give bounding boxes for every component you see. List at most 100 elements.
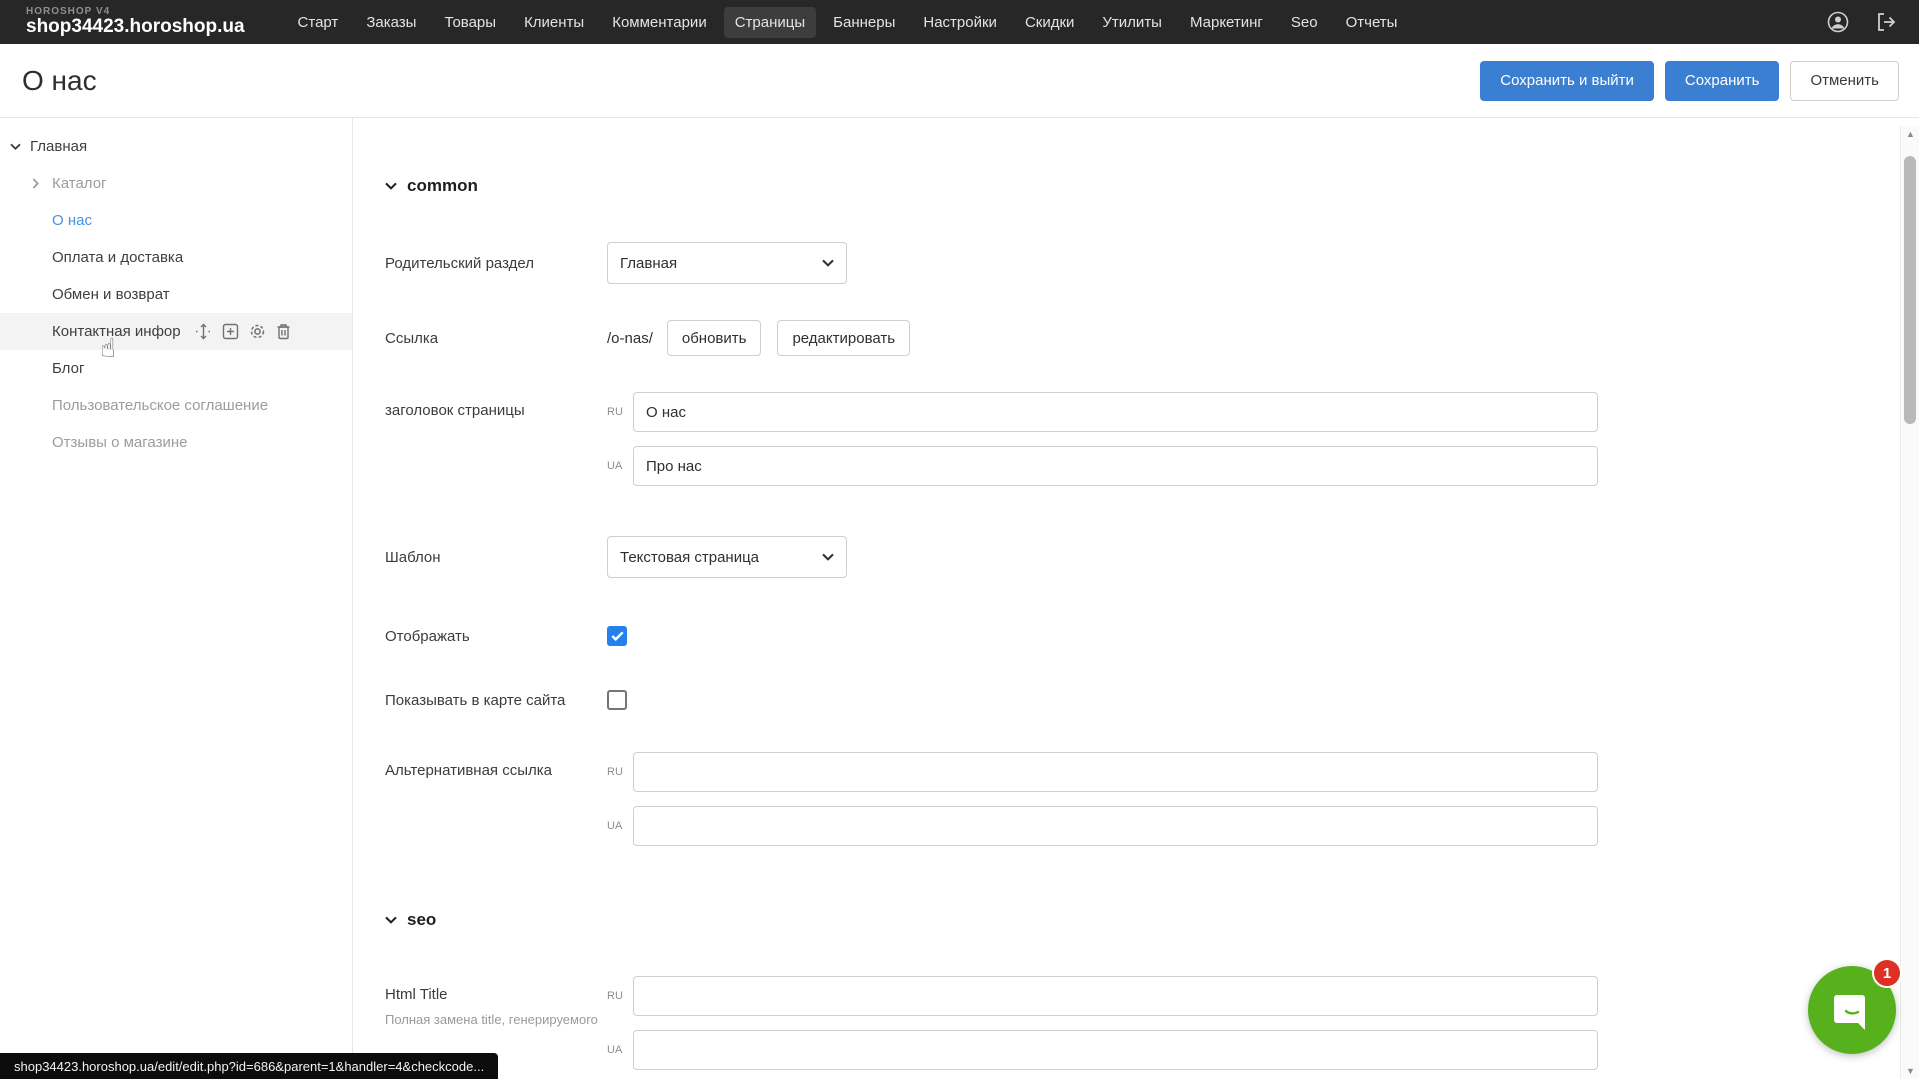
tree-item-blog[interactable]: Блог <box>0 350 352 387</box>
nav-item-clients[interactable]: Клиенты <box>513 7 595 38</box>
chevron-down-icon <box>822 553 834 561</box>
delete-icon[interactable] <box>276 323 291 340</box>
tree-item-label: Оплата и доставка <box>52 249 183 266</box>
scroll-up-arrow-icon[interactable]: ▲ <box>1901 126 1919 142</box>
alt-link-label: Альтернативная ссылка <box>385 752 607 779</box>
tree-item-otzyvy-o-magazine[interactable]: Отзывы о магазине <box>0 424 352 461</box>
page-header: О нас Сохранить и выйти Сохранить Отмени… <box>0 44 1919 118</box>
pages-tree-sidebar: Главная Каталог О нас Оплата и доставка … <box>0 118 353 1079</box>
save-and-exit-button[interactable]: Сохранить и выйти <box>1480 61 1654 101</box>
scroll-down-arrow-icon[interactable]: ▼ <box>1901 1063 1919 1079</box>
chevron-down-icon <box>385 916 397 924</box>
sitemap-label: Показывать в карте сайта <box>385 692 607 709</box>
page-title-ru-input[interactable] <box>633 392 1598 432</box>
html-title-label: Html Title <box>385 986 607 1003</box>
settings-icon[interactable] <box>249 323 266 340</box>
save-button[interactable]: Сохранить <box>1665 61 1780 101</box>
tree-item-label: Каталог <box>52 175 107 192</box>
tree-item-glavnaya[interactable]: Главная <box>0 128 352 165</box>
chevron-right-icon[interactable] <box>32 178 44 189</box>
ua-badge: UA <box>607 820 633 832</box>
chat-widget-button[interactable]: 1 <box>1808 966 1896 1054</box>
html-title-ua-input[interactable] <box>633 1030 1598 1070</box>
page-title-ua-input[interactable] <box>633 446 1598 486</box>
nav-item-orders[interactable]: Заказы <box>355 7 427 38</box>
html-title-ru-input[interactable] <box>633 976 1598 1016</box>
display-row: Отображать <box>385 626 1919 646</box>
link-edit-button[interactable]: редактировать <box>777 320 910 356</box>
logout-icon[interactable] <box>1875 11 1897 33</box>
tree-item-obmen-i-vozvrat[interactable]: Обмен и возврат <box>0 276 352 313</box>
section-header-seo[interactable]: seo <box>385 910 1919 930</box>
ru-badge: RU <box>607 766 633 778</box>
scrollbar-thumb[interactable] <box>1904 156 1916 424</box>
page-title-row: заголовок страницы RU UA <box>385 392 1919 486</box>
link-label: Ссылка <box>385 330 607 347</box>
main-nav: Старт Заказы Товары Клиенты Комментарии … <box>287 7 1409 38</box>
nav-item-banners[interactable]: Баннеры <box>822 7 906 38</box>
chevron-down-icon <box>385 182 397 190</box>
nav-item-pages[interactable]: Страницы <box>724 7 816 38</box>
selected-value: Главная <box>620 255 677 272</box>
tree-item-oplata-i-dostavka[interactable]: Оплата и доставка <box>0 239 352 276</box>
nav-item-marketing[interactable]: Маркетинг <box>1179 7 1274 38</box>
link-row: Ссылка /o-nas/ обновить редактировать <box>385 320 1919 356</box>
nav-item-reports[interactable]: Отчеты <box>1335 7 1409 38</box>
nav-item-seo[interactable]: Seo <box>1280 7 1329 38</box>
ua-badge: UA <box>607 460 633 472</box>
section-title-label: common <box>407 176 478 196</box>
tree-item-polzovatelskoe-soglashenie[interactable]: Пользовательское соглашение <box>0 387 352 424</box>
tree-item-label: Пользовательское соглашение <box>52 397 268 414</box>
tree-item-label: О нас <box>52 212 92 229</box>
selected-value: Текстовая страница <box>620 549 759 566</box>
nav-item-comments[interactable]: Комментарии <box>601 7 717 38</box>
alt-link-row: Альтернативная ссылка RU UA <box>385 752 1919 846</box>
chevron-down-icon <box>822 259 834 267</box>
tree-item-label: Блог <box>52 360 84 377</box>
link-path: /o-nas/ <box>607 330 653 347</box>
chat-unread-badge: 1 <box>1872 958 1902 988</box>
tree-item-kontaktnaya-infor[interactable]: Контактная инфор ☝ <box>0 313 352 350</box>
status-url: shop34423.horoshop.ua/edit/edit.php?id=6… <box>14 1059 484 1074</box>
tree-item-label: Главная <box>30 138 87 155</box>
alt-link-ua-input[interactable] <box>633 806 1598 846</box>
chat-bubble-icon <box>1830 988 1874 1032</box>
link-update-button[interactable]: обновить <box>667 320 762 356</box>
tree-item-katalog[interactable]: Каталог <box>0 165 352 202</box>
nav-item-settings[interactable]: Настройки <box>912 7 1008 38</box>
nav-item-start[interactable]: Старт <box>287 7 350 38</box>
tree-item-label: Отзывы о магазине <box>52 434 187 451</box>
link-status-bar: shop34423.horoshop.ua/edit/edit.php?id=6… <box>0 1053 498 1079</box>
nav-item-discounts[interactable]: Скидки <box>1014 7 1085 38</box>
page-title: О нас <box>22 65 97 97</box>
check-icon <box>611 631 624 641</box>
html-title-hint: Полная замена title, генерируемого <box>385 1012 607 1027</box>
parent-section-select[interactable]: Главная <box>607 242 847 284</box>
nav-item-utilities[interactable]: Утилиты <box>1091 7 1173 38</box>
display-label: Отображать <box>385 628 607 645</box>
alt-link-ru-input[interactable] <box>633 752 1598 792</box>
tree-item-o-nas[interactable]: О нас <box>0 202 352 239</box>
section-title-label: seo <box>407 910 436 930</box>
html-title-label-block: Html Title Полная замена title, генериру… <box>385 976 607 1027</box>
add-icon[interactable] <box>222 323 239 340</box>
nav-item-products[interactable]: Товары <box>433 7 507 38</box>
chevron-down-icon[interactable] <box>10 143 22 150</box>
ru-badge: RU <box>607 406 633 418</box>
logo[interactable]: HOROSHOP V4 shop34423.horoshop.ua <box>26 7 245 37</box>
move-icon[interactable] <box>195 323 212 340</box>
ru-badge: RU <box>607 990 633 1002</box>
section-header-common[interactable]: common <box>385 176 1919 196</box>
template-row: Шаблон Текстовая страница <box>385 536 1919 578</box>
template-label: Шаблон <box>385 549 607 566</box>
tree-item-label: Обмен и возврат <box>52 286 170 303</box>
tree-item-label: Контактная инфор <box>52 323 181 340</box>
page-title-label: заголовок страницы <box>385 392 607 419</box>
display-checkbox[interactable] <box>607 626 627 646</box>
vertical-scrollbar[interactable]: ▲ ▼ <box>1900 126 1919 1079</box>
cancel-button[interactable]: Отменить <box>1790 61 1899 101</box>
sitemap-checkbox[interactable] <box>607 690 627 710</box>
page-edit-form: common Родительский раздел Главная Ссылк… <box>353 118 1919 1079</box>
template-select[interactable]: Текстовая страница <box>607 536 847 578</box>
user-account-icon[interactable] <box>1827 11 1849 33</box>
